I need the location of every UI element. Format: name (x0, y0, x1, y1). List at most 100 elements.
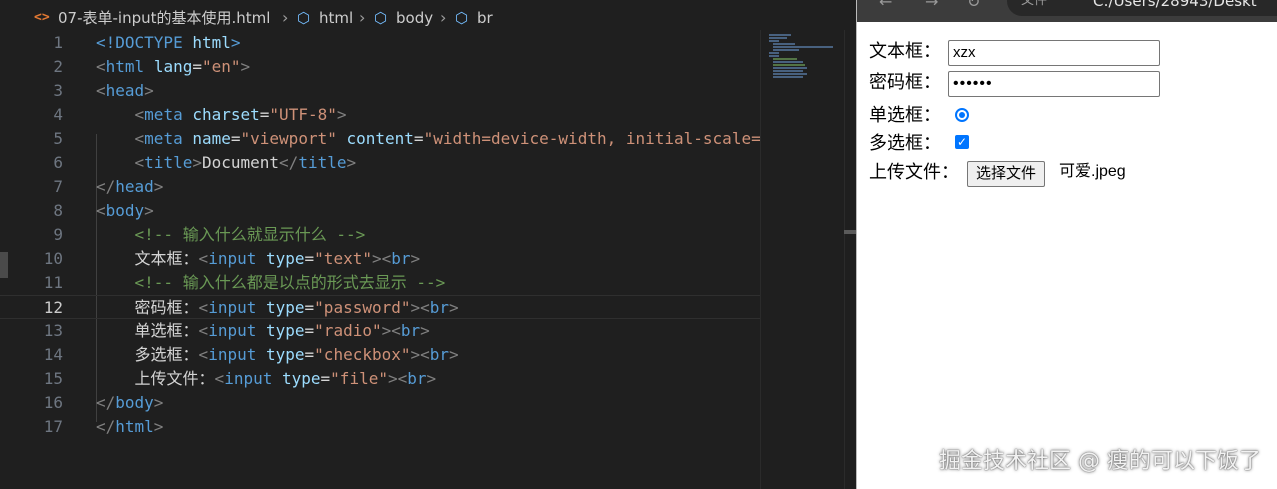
browser-toolbar: ← → ↻ 文件 C:/Users/28943/Deskt (857, 0, 1277, 22)
code-line[interactable]: 16 </body> (0, 391, 760, 415)
minimap[interactable] (760, 30, 845, 489)
code-token: br (391, 249, 411, 268)
code-token: > (153, 393, 164, 412)
radio-label: 单选框： (869, 105, 941, 125)
radio-button[interactable] (955, 108, 969, 122)
line-number: 12 (43, 298, 63, 317)
line-number: 10 (43, 249, 63, 268)
code-line[interactable]: 4 <meta charset="UTF-8"> (0, 103, 760, 127)
code-line[interactable]: 13 单选框：<input type="radio"><br> (0, 319, 760, 343)
code-token: < (96, 201, 106, 220)
code-token: = (259, 105, 270, 124)
code-token: > (153, 177, 164, 196)
code-editor[interactable]: <> 07-表单-input的基本使用.html › ⬡ html › ⬡ bo… (0, 0, 857, 489)
code-token: > (426, 369, 437, 388)
code-token: >< (381, 321, 401, 340)
code-line[interactable]: 12 密码框：<input type="password"><br> (0, 295, 760, 319)
text-input[interactable]: xzx (948, 40, 1160, 66)
code-token: meta (144, 105, 183, 124)
code-token: "en" (201, 57, 241, 76)
code-token: <!DOCTYPE (96, 33, 193, 52)
code-line[interactable]: 2 <html lang="en"> (0, 55, 760, 79)
code-line[interactable]: 14 多选框：<input type="checkbox"><br> (0, 343, 760, 367)
code-token: >< (410, 298, 430, 317)
code-token: title (144, 153, 193, 172)
code-line[interactable]: 10 文本框：<input type="text"><br> (0, 247, 760, 271)
code-token: title (298, 153, 347, 172)
code-token: meta (144, 129, 183, 148)
text-input-label: 文本框： (869, 41, 941, 61)
code-token: </ (96, 177, 116, 196)
line-content: 上传文件：<input type="file"><br> (96, 367, 437, 391)
minimap-line (773, 46, 833, 48)
code-token: = (413, 129, 424, 148)
code-token: "password" (314, 298, 411, 317)
line-number: 9 (53, 225, 63, 244)
code-token: "radio" (314, 321, 382, 340)
code-token: > (230, 33, 241, 52)
code-token: >< (371, 249, 392, 268)
checkbox[interactable]: ✓ (955, 135, 969, 149)
address-bar[interactable]: 文件 C:/Users/28943/Deskt (1007, 0, 1277, 16)
code-line[interactable]: 1 <!DOCTYPE html> (0, 31, 760, 55)
code-line[interactable]: 8 <body> (0, 199, 760, 223)
minimap-line (773, 64, 805, 66)
minimap-line (769, 37, 787, 39)
code-token: = (304, 345, 315, 364)
forward-icon[interactable]: → (925, 0, 938, 11)
code-token: "checkbox" (314, 345, 411, 364)
scrollbar-thumb[interactable] (844, 230, 856, 234)
code-token: "viewport" (240, 129, 337, 148)
minimap-line (769, 52, 779, 54)
browser-window: ← → ↻ 文件 C:/Users/28943/Deskt 文本框： xzx 密… (856, 0, 1277, 489)
code-line[interactable]: 3 <head> (0, 79, 760, 103)
code-token: > (336, 105, 347, 124)
code-token: input (208, 249, 257, 268)
code-token: 密码框： (134, 298, 199, 317)
code-line[interactable]: 11 <!-- 输入什么都是以点的形式去显示 --> (0, 271, 760, 295)
code-token: br (429, 298, 450, 317)
reload-icon[interactable]: ↻ (967, 0, 980, 11)
code-token: </ (279, 153, 299, 172)
code-token: br (400, 321, 421, 340)
code-line[interactable]: 6 <title>Document</title> (0, 151, 760, 175)
code-token: "text" (314, 249, 372, 268)
code-token: input (208, 345, 257, 364)
code-line[interactable]: 17 </html> (0, 415, 760, 439)
code-token: <!-- 输入什么就显示什么 --> (134, 225, 366, 244)
line-number: 4 (53, 105, 63, 124)
code-token: > (192, 153, 202, 172)
line-content: <head> (96, 79, 154, 103)
code-token: head (105, 81, 145, 100)
line-content: <meta charset="UTF-8"> (96, 103, 347, 127)
code-line[interactable]: 7 </head> (0, 175, 760, 199)
code-line[interactable]: 9 <!-- 输入什么就显示什么 --> (0, 223, 760, 247)
code-token: > (449, 298, 459, 317)
code-token: = (304, 321, 315, 340)
line-content: 密码框：<input type="password"><br> (96, 296, 459, 320)
code-area[interactable]: 1 <!DOCTYPE html> 2 <html lang="en"> 3 <head>… (0, 31, 761, 489)
code-token: type (266, 321, 305, 340)
line-number: 6 (53, 153, 63, 172)
address-scheme: 文件 (1021, 0, 1048, 8)
code-token: >< (387, 369, 408, 388)
code-token: "width=device-width, initial-scale= (423, 129, 761, 148)
choose-file-button[interactable]: 选择文件 (967, 161, 1046, 187)
password-input[interactable]: •••••• (948, 71, 1160, 97)
back-icon[interactable]: ← (879, 0, 892, 11)
code-token: < (96, 57, 106, 76)
password-input-label: 密码框： (869, 72, 941, 92)
code-token: charset (192, 105, 260, 124)
code-line[interactable]: 15 上传文件：<input type="file"><br> (0, 367, 760, 391)
line-content: </html> (96, 415, 163, 439)
code-line[interactable]: 5 <meta name="viewport" content="width=d… (0, 127, 760, 151)
code-token: 单选框： (134, 321, 199, 340)
